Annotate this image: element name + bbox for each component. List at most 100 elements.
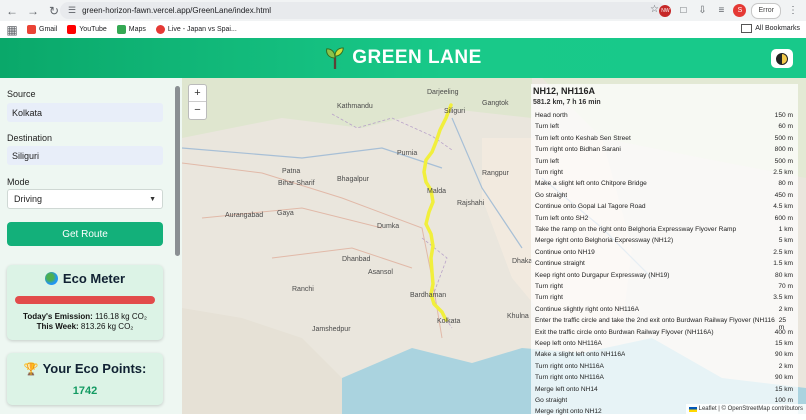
route-step[interactable]: Go straight 450 m: [535, 192, 793, 203]
all-bookmarks[interactable]: All Bookmarks: [741, 24, 800, 33]
route-step-distance: 450 m: [774, 191, 793, 199]
destination-input[interactable]: Siliguri: [7, 146, 163, 165]
route-step[interactable]: Turn right onto NH116A 2 km: [535, 363, 793, 374]
theme-toggle-button[interactable]: [771, 49, 793, 68]
route-step[interactable]: Turn left 60 m: [535, 123, 793, 134]
route-step[interactable]: Keep right onto Durgapur Expressway (NH1…: [535, 272, 793, 283]
source-label: Source: [7, 89, 36, 99]
profile-avatar[interactable]: S: [733, 4, 747, 17]
route-step[interactable]: Exit the traffic circle onto Burdwan Rai…: [535, 329, 793, 340]
route-step[interactable]: Take the ramp on the right onto Belghori…: [535, 226, 793, 237]
source-input[interactable]: Kolkata: [7, 103, 163, 122]
route-step[interactable]: Turn right 2.5 km: [535, 169, 793, 180]
route-step[interactable]: Continue slightly right onto NH116A 2 km: [535, 306, 793, 317]
route-step[interactable]: Make a slight left onto NH116A 90 km: [535, 351, 793, 362]
zoom-in-button[interactable]: +: [189, 85, 206, 101]
route-step[interactable]: Turn right 3.5 km: [535, 294, 793, 305]
route-step-distance: 1 km: [778, 226, 793, 233]
route-step[interactable]: Continue straight 1.5 km: [535, 260, 793, 271]
route-step-distance: 1.5 km: [773, 260, 793, 268]
route-step-distance: 2.5 km: [773, 248, 793, 256]
route-step-text: Turn left: [535, 123, 559, 131]
route-step-distance: 150 m: [774, 112, 793, 119]
route-step[interactable]: Make a slight left onto Chitpore Bridge 8…: [535, 180, 793, 191]
route-step[interactable]: Turn left 500 m: [535, 158, 793, 169]
odisha-region: [182, 308, 342, 414]
route-step[interactable]: Head north 150 m: [535, 112, 793, 123]
extension-icon[interactable]: NW: [659, 4, 672, 17]
route-step-text: Continue onto Gopal Lal Tagore Road: [535, 203, 646, 211]
menu-icon[interactable]: ⋮: [786, 4, 800, 18]
route-step-text: Turn left onto SH2: [535, 214, 589, 222]
route-step[interactable]: Merge left onto NH14 15 km: [535, 386, 793, 397]
error-button[interactable]: Error: [751, 2, 781, 19]
map-label: Jamshedpur: [312, 326, 351, 333]
bookmark-star-icon[interactable]: ☆: [650, 4, 659, 15]
folder-icon: [741, 24, 753, 33]
extensions-puzzle-icon[interactable]: □: [676, 4, 690, 18]
route-step[interactable]: Turn left onto SH2 600 m: [535, 215, 793, 226]
route-step-text: Turn right onto NH116A: [535, 374, 604, 382]
route-step-distance: 500 m: [774, 157, 793, 165]
eco-points-heading: 🏆 Your Eco Points:: [23, 361, 147, 376]
route-step-distance: 600 m: [774, 214, 793, 222]
map-label: Asansol: [368, 269, 393, 276]
map-label: Gangtok: [482, 100, 509, 107]
map-label: Rajshahi: [457, 200, 485, 207]
url-text: green-horizon-fawn.vercel.app/GreenLane/…: [82, 6, 272, 15]
sidebar-scrollbar[interactable]: [175, 86, 180, 256]
map-label: Aurangabad: [225, 212, 264, 219]
bookmark-gmail[interactable]: Gmail: [27, 25, 57, 34]
today-emission: Today's Emission: 116.18 kg CO₂: [23, 312, 147, 321]
maps-icon: [116, 25, 126, 34]
back-icon[interactable]: ←: [3, 2, 21, 20]
eco-points-value: 1742: [72, 385, 98, 397]
toolbar-right: NW □ ⇩ ≡ S Error ⋮: [659, 0, 806, 21]
mode-select[interactable]: Driving ▼: [7, 189, 163, 209]
sidebar: Source Kolkata Destination Siliguri Mode…: [0, 78, 182, 414]
gmail-icon: [27, 25, 36, 34]
route-step[interactable]: Turn right 70 m: [535, 283, 793, 294]
route-step[interactable]: Keep left onto NH116A 15 km: [535, 340, 793, 351]
reading-list-icon[interactable]: ≡: [714, 4, 728, 18]
route-step[interactable]: Continue onto NH19 2.5 km: [535, 249, 793, 260]
apps-grid-icon[interactable]: ▦: [3, 21, 21, 39]
bookmark-live[interactable]: Live - Japan vs Spai...: [155, 25, 237, 34]
week-emission: This Week: 813.26 kg CO₂: [36, 322, 134, 331]
route-step-distance: 70 m: [778, 283, 793, 290]
route-step[interactable]: Enter the traffic circle and take the 2n…: [535, 317, 793, 331]
route-step[interactable]: Turn left onto Keshab Sen Street 500 m: [535, 135, 793, 146]
zoom-control: + −: [188, 84, 207, 120]
site-info-icon[interactable]: ☰: [68, 5, 76, 16]
globe-icon: [44, 272, 58, 285]
bookmark-youtube[interactable]: YouTube: [67, 25, 107, 34]
map-label: Dumka: [377, 223, 400, 230]
address-bar[interactable]: ☰ green-horizon-fawn.vercel.app/GreenLan…: [60, 2, 665, 19]
get-route-button[interactable]: Get Route: [7, 222, 163, 246]
bookmark-maps[interactable]: Maps: [116, 25, 146, 34]
route-step-distance: 3.5 km: [773, 294, 793, 302]
mode-value: Driving: [14, 194, 43, 204]
route-step[interactable]: Turn right onto NH116A 90 km: [535, 374, 793, 385]
route-step-distance: 5 km: [778, 237, 793, 245]
forward-icon[interactable]: →: [24, 2, 42, 20]
map-label: Dhanbad: [342, 256, 371, 263]
zoom-out-button[interactable]: −: [189, 101, 206, 118]
route-title: NH12, NH116A: [533, 86, 596, 96]
sprout-logo-icon: [326, 47, 344, 69]
map-label: Malda: [427, 188, 447, 195]
route-step-text: Go straight: [535, 397, 568, 404]
eco-meter-card: Eco Meter Today's Emission: 116.18 kg CO…: [7, 265, 163, 340]
route-step-text: Exit the traffic circle onto Burdwan Rai…: [535, 328, 714, 336]
route-step-text: Make a slight left onto NH116A: [535, 351, 626, 359]
route-step[interactable]: Continue onto Gopal Lal Tagore Road 4.5 k…: [535, 203, 793, 214]
map-attribution: Leaflet | © OpenStreetMap contributors: [685, 404, 806, 414]
ukraine-flag-icon: [688, 406, 697, 412]
download-icon[interactable]: ⇩: [695, 4, 709, 18]
route-step[interactable]: Merge right onto Belghoria Expressway (N…: [535, 237, 793, 248]
route-step-distance: 400 m: [774, 328, 793, 336]
map-label: Purnia: [397, 150, 418, 157]
route-step[interactable]: Turn right onto Bidhan Sarani 800 m: [535, 146, 793, 157]
route-step-distance: 60 m: [778, 123, 793, 131]
route-step-distance: 4.5 km: [773, 203, 793, 211]
